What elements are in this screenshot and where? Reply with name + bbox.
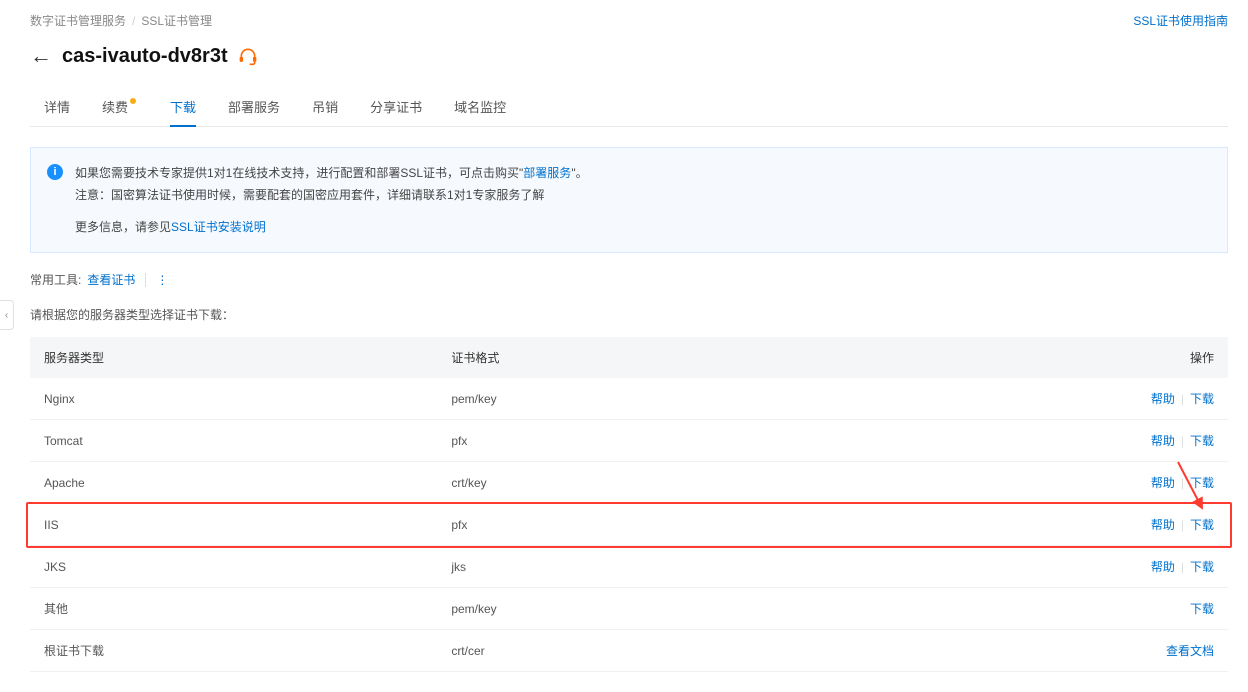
separator: |: [1181, 560, 1184, 574]
tab-4[interactable]: 吊销: [312, 97, 338, 126]
tools-row: 常用工具: 查看证书 ⋮: [30, 271, 1228, 288]
breadcrumb-sep: /: [132, 14, 135, 28]
help-link[interactable]: 帮助: [1151, 392, 1175, 406]
cell-server: Apache: [30, 462, 437, 504]
tab-1[interactable]: 续费: [102, 97, 138, 126]
edge-collapse-handle[interactable]: ‹: [0, 300, 14, 330]
page-title: cas-ivauto-dv8r3t: [62, 45, 228, 68]
cell-format: crt/key: [437, 462, 1084, 504]
info-notice: i 如果您需要技术专家提供1对1在线技术支持，进行配置和部署SSL证书，可点击购…: [30, 147, 1228, 253]
separator: |: [1181, 518, 1184, 532]
help-link[interactable]: 帮助: [1151, 476, 1175, 490]
cell-actions: 帮助 | 下载: [1084, 378, 1228, 420]
deploy-service-link[interactable]: 部署服务: [523, 166, 571, 180]
download-link[interactable]: 下载: [1190, 560, 1214, 574]
badge-dot-icon: [130, 98, 136, 104]
tab-label: 部署服务: [228, 97, 280, 116]
info-icon: i: [47, 164, 63, 180]
download-link[interactable]: 下载: [1190, 434, 1214, 448]
table-row: 根证书下载crt/cer 查看文档: [30, 630, 1228, 672]
tab-label: 详情: [44, 97, 70, 116]
col-format: 证书格式: [437, 337, 1084, 378]
separator: [145, 273, 146, 287]
cell-actions: 帮助 | 下载: [1084, 546, 1228, 588]
table-row: 其他pem/key下载: [30, 588, 1228, 630]
table-row: JKSjks 帮助 | 下载: [30, 546, 1228, 588]
cell-server: IIS: [30, 504, 437, 546]
help-link[interactable]: 帮助: [1151, 518, 1175, 532]
help-link[interactable]: 帮助: [1151, 560, 1175, 574]
cell-format: pem/key: [437, 588, 1084, 630]
table-row: Nginxpem/key 帮助 | 下载: [30, 378, 1228, 420]
tab-label: 吊销: [312, 97, 338, 116]
tab-2[interactable]: 下载: [170, 97, 196, 126]
help-link[interactable]: 帮助: [1151, 434, 1175, 448]
download-link[interactable]: 下载: [1190, 476, 1214, 490]
tab-label: 分享证书: [370, 97, 422, 116]
tab-label: 域名监控: [454, 97, 506, 116]
cell-server: 根证书下载: [30, 630, 437, 672]
notice-line1b: "。: [571, 166, 587, 180]
cell-actions: 帮助 | 下载: [1084, 462, 1228, 504]
tab-0[interactable]: 详情: [44, 97, 70, 126]
headset-icon[interactable]: [238, 46, 258, 66]
tools-label: 常用工具:: [30, 271, 81, 288]
download-link[interactable]: 下载: [1190, 392, 1214, 406]
notice-line3a: 更多信息，请参见: [75, 220, 171, 234]
cell-format: pfx: [437, 504, 1084, 546]
download-link[interactable]: 下载: [1190, 518, 1214, 532]
cell-format: crt/cer: [437, 630, 1084, 672]
view-cert-link[interactable]: 查看证书: [87, 271, 135, 288]
view-doc-link[interactable]: 查看文档: [1166, 644, 1214, 658]
table-row: IISpfx 帮助 | 下载: [30, 504, 1228, 546]
cell-server: JKS: [30, 546, 437, 588]
tabs: 详情 续费 下载 部署服务 吊销 分享证书 域名监控: [30, 97, 1228, 127]
download-table: 服务器类型 证书格式 操作 Nginxpem/key帮助|下载Tomcatpfx…: [30, 337, 1228, 672]
notice-line2: 注意：国密算法证书使用时候，需要配套的国密应用套件，详细请联系1对1专家服务了解: [75, 184, 588, 206]
table-subtitle: 请根据您的服务器类型选择证书下载：: [30, 306, 1228, 323]
separator: |: [1181, 434, 1184, 448]
cell-actions: 查看文档: [1084, 630, 1228, 672]
breadcrumb: 数字证书管理服务 / SSL证书管理 SSL证书使用指南: [30, 12, 1228, 29]
cell-format: jks: [437, 546, 1084, 588]
col-server: 服务器类型: [30, 337, 437, 378]
separator: |: [1181, 392, 1184, 406]
breadcrumb-current: SSL证书管理: [141, 12, 212, 29]
cell-format: pem/key: [437, 378, 1084, 420]
table-row: Apachecrt/key 帮助 | 下载: [30, 462, 1228, 504]
tab-6[interactable]: 域名监控: [454, 97, 506, 126]
usage-guide-link[interactable]: SSL证书使用指南: [1133, 12, 1228, 29]
tab-5[interactable]: 分享证书: [370, 97, 422, 126]
cell-actions: 下载: [1084, 588, 1228, 630]
more-dots-icon[interactable]: ⋮: [156, 273, 169, 287]
tab-label: 续费: [102, 97, 128, 116]
cell-server: Tomcat: [30, 420, 437, 462]
notice-line1a: 如果您需要技术专家提供1对1在线技术支持，进行配置和部署SSL证书，可点击购买": [75, 166, 523, 180]
cell-actions: 帮助 | 下载: [1084, 504, 1228, 546]
table-row: Tomcatpfx 帮助 | 下载: [30, 420, 1228, 462]
tab-3[interactable]: 部署服务: [228, 97, 280, 126]
separator: |: [1181, 476, 1184, 490]
cell-actions: 帮助 | 下载: [1084, 420, 1228, 462]
cell-format: pfx: [437, 420, 1084, 462]
col-actions: 操作: [1084, 337, 1228, 378]
cell-server: 其他: [30, 588, 437, 630]
back-arrow-icon[interactable]: ←: [30, 43, 52, 69]
cell-server: Nginx: [30, 378, 437, 420]
breadcrumb-root[interactable]: 数字证书管理服务: [30, 12, 126, 29]
tab-label: 下载: [170, 97, 196, 116]
install-guide-link[interactable]: SSL证书安装说明: [171, 220, 266, 234]
